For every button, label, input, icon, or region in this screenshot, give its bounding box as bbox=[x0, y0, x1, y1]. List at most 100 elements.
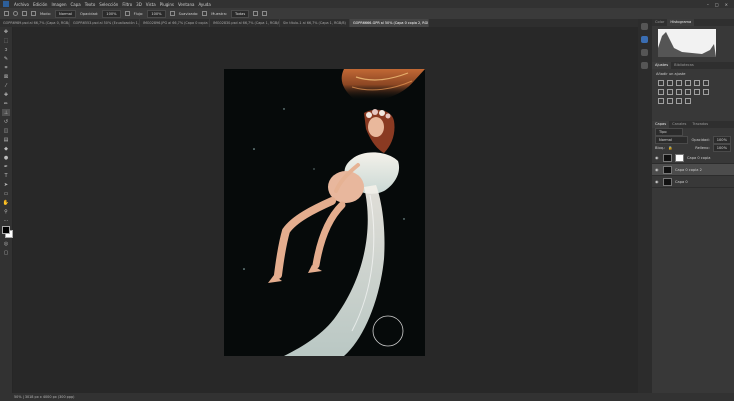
zoom-tool-icon[interactable]: ⚲ bbox=[2, 208, 10, 215]
stamp-tool-icon[interactable] bbox=[13, 11, 18, 16]
history-brush-tool-icon[interactable]: ↺ bbox=[2, 118, 10, 125]
tab-capas[interactable]: Capas bbox=[652, 121, 670, 128]
eraser-tool-icon[interactable]: ◫ bbox=[2, 127, 10, 134]
opacidad-input[interactable]: 100% bbox=[102, 9, 121, 18]
document-image[interactable] bbox=[224, 69, 425, 356]
menu-3d[interactable]: 3D bbox=[134, 2, 144, 7]
ps-logo-icon[interactable] bbox=[3, 1, 9, 7]
menu-filtro[interactable]: Filtro bbox=[120, 2, 134, 7]
menu-plugins[interactable]: Plugins bbox=[158, 2, 176, 7]
pressure-size-icon[interactable] bbox=[262, 11, 268, 16]
muestra-select[interactable]: Todas bbox=[231, 9, 250, 18]
threshold-icon[interactable] bbox=[667, 98, 673, 104]
doc-tab-4[interactable]: IMG02830.psd al 66,7% (Capa 1, RGB/8) bbox=[210, 19, 280, 27]
libraries-panel-icon[interactable] bbox=[641, 49, 648, 56]
gradient-map-icon[interactable] bbox=[676, 98, 682, 104]
tab-ajustes[interactable]: Ajustes bbox=[652, 62, 672, 69]
quick-select-tool-icon[interactable]: ✎ bbox=[2, 55, 10, 62]
tab-trazados[interactable]: Trazados bbox=[689, 121, 711, 128]
home-icon[interactable] bbox=[4, 11, 9, 16]
hue-saturation-icon[interactable] bbox=[703, 80, 709, 86]
eye-icon[interactable]: ◉ bbox=[655, 167, 660, 172]
doc-tab-active[interactable]: GOPR6666-GPR al 50% (Capa 0 copia 2, RGB… bbox=[350, 19, 429, 27]
doc-tab-2[interactable]: GOPR6553.psd al 50% (Ecualización 1, Más… bbox=[70, 19, 140, 27]
path-select-tool-icon[interactable]: ➤ bbox=[2, 181, 10, 188]
exposure-icon[interactable] bbox=[685, 80, 691, 86]
menu-seleccion[interactable]: Selección bbox=[97, 2, 120, 7]
fill-input[interactable]: 100% bbox=[712, 144, 731, 152]
doc-tab-5[interactable]: Sin título-1 al 66,7% (Capa 1, RGB/8) bbox=[280, 19, 350, 27]
blend-mode-select[interactable]: Normal bbox=[655, 136, 689, 144]
levels-icon[interactable] bbox=[667, 80, 673, 86]
tab-color[interactable]: Color bbox=[652, 19, 667, 26]
aligned-checkbox-icon[interactable] bbox=[202, 11, 208, 16]
invert-icon[interactable] bbox=[703, 89, 709, 95]
curves-icon[interactable] bbox=[676, 80, 682, 86]
clone-source-icon[interactable] bbox=[31, 11, 36, 16]
ignore-adjustment-icon[interactable] bbox=[253, 11, 259, 16]
color-swatches[interactable] bbox=[2, 226, 13, 238]
lasso-tool-icon[interactable]: ↄ bbox=[2, 46, 10, 53]
move-tool-icon[interactable]: ✥ bbox=[2, 28, 10, 35]
crop-tool-icon[interactable]: ⌗ bbox=[2, 64, 10, 71]
color-balance-icon[interactable] bbox=[658, 89, 664, 95]
clone-stamp-tool-icon[interactable]: ⊥ bbox=[2, 109, 10, 116]
pressure-opacity-icon[interactable] bbox=[124, 11, 130, 16]
brightness-icon[interactable] bbox=[658, 80, 664, 86]
healing-brush-tool-icon[interactable]: ✚ bbox=[2, 91, 10, 98]
blur-tool-icon[interactable]: ◆ bbox=[2, 145, 10, 152]
brush-preset-icon[interactable] bbox=[22, 11, 27, 16]
menu-edicion[interactable]: Edición bbox=[31, 2, 49, 7]
dodge-tool-icon[interactable]: ● bbox=[2, 154, 10, 161]
minimize-icon[interactable]: – bbox=[707, 2, 709, 7]
type-tool-icon[interactable]: T bbox=[2, 172, 10, 179]
quick-mask-icon[interactable]: ◎ bbox=[2, 240, 10, 247]
photo-filter-icon[interactable] bbox=[676, 89, 682, 95]
more-tools-icon[interactable]: ⋯ bbox=[2, 217, 10, 224]
layer-row[interactable]: ◉ Capa 0 copia bbox=[652, 152, 734, 164]
history-panel-icon[interactable] bbox=[641, 23, 648, 30]
adjustments-panel-icon[interactable] bbox=[641, 62, 648, 69]
properties-panel-icon[interactable] bbox=[641, 36, 648, 43]
menu-capa[interactable]: Capa bbox=[69, 2, 83, 7]
eye-icon[interactable]: ◉ bbox=[655, 155, 660, 160]
tab-canales[interactable]: Canales bbox=[669, 121, 689, 128]
layer-opacity-input[interactable]: 100% bbox=[712, 136, 731, 144]
eyedropper-tool-icon[interactable]: ⁄ bbox=[2, 82, 10, 89]
eye-icon[interactable]: ◉ bbox=[655, 179, 660, 184]
channel-mixer-icon[interactable] bbox=[685, 89, 691, 95]
flujo-input[interactable]: 100% bbox=[147, 9, 166, 18]
menu-ventana[interactable]: Ventana bbox=[176, 2, 196, 7]
hand-tool-icon[interactable]: ✋ bbox=[2, 199, 10, 206]
airbrush-icon[interactable] bbox=[169, 11, 175, 16]
menu-ayuda[interactable]: Ayuda bbox=[196, 2, 212, 7]
vibrance-icon[interactable] bbox=[694, 80, 700, 86]
frame-tool-icon[interactable]: ⊠ bbox=[2, 73, 10, 80]
menu-vista[interactable]: Vista bbox=[144, 2, 158, 7]
marquee-tool-icon[interactable]: ⬚ bbox=[2, 37, 10, 44]
menu-imagen[interactable]: Imagen bbox=[49, 2, 68, 7]
tab-histograma[interactable]: Histograma bbox=[667, 19, 695, 26]
doc-tab-3[interactable]: IMG02896.JPG al 66,7% (Capa 0 copia 2, R… bbox=[140, 19, 210, 27]
gradient-tool-icon[interactable]: ▤ bbox=[2, 136, 10, 143]
menu-archivo[interactable]: Archivo bbox=[12, 2, 31, 7]
brush-tool-icon[interactable]: ✏ bbox=[2, 100, 10, 107]
lock-icon[interactable]: 🔒 bbox=[668, 146, 672, 150]
screen-mode-icon[interactable]: ▢ bbox=[2, 249, 10, 256]
layer-kind-select[interactable]: Tipo bbox=[655, 128, 683, 136]
doc-tab-1[interactable]: GOPR6989.psd al 66,7% (Capa 0, RGB/8) * bbox=[0, 19, 70, 27]
selective-color-icon[interactable] bbox=[685, 98, 691, 104]
layer-mask-thumbnail[interactable] bbox=[675, 153, 684, 162]
modo-select[interactable]: Normal bbox=[55, 9, 77, 18]
foreground-color-swatch[interactable] bbox=[2, 226, 10, 234]
pen-tool-icon[interactable]: ✒ bbox=[2, 163, 10, 170]
layer-row[interactable]: ◉ Capa 0 copia 2 bbox=[652, 164, 734, 176]
canvas-area[interactable] bbox=[13, 27, 636, 393]
close-icon[interactable]: × bbox=[725, 2, 728, 7]
maximize-icon[interactable]: □ bbox=[715, 2, 719, 7]
tab-bibliotecas[interactable]: Bibliotecas bbox=[671, 62, 697, 69]
black-white-icon[interactable] bbox=[667, 89, 673, 95]
shape-tool-icon[interactable]: ▭ bbox=[2, 190, 10, 197]
color-lookup-icon[interactable] bbox=[694, 89, 700, 95]
posterize-icon[interactable] bbox=[658, 98, 664, 104]
